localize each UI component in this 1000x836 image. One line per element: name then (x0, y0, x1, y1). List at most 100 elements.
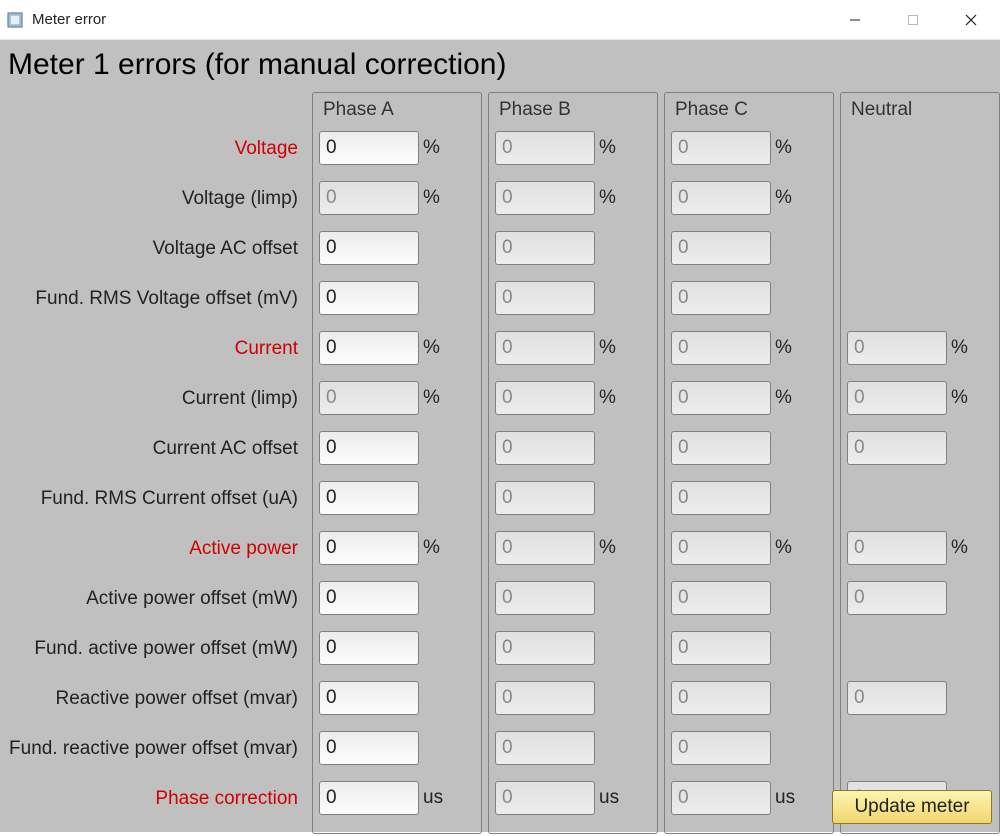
cell-row: % (671, 173, 827, 223)
cell-row (847, 223, 993, 273)
cell-row (847, 723, 993, 773)
row-label-frp_offset: Fund. reactive power offset (mvar) (16, 724, 304, 774)
cell-row: % (319, 473, 475, 523)
input-phaseC-voltage_limp (671, 181, 771, 215)
column-phaseC: Phase C%%%%%%%%%%%%%us (664, 92, 834, 834)
input-neutral-i_ac_offset (847, 431, 947, 465)
input-phaseA-frms_v_offset[interactable] (319, 281, 419, 315)
unit-label: % (949, 537, 977, 559)
window-minimize-button[interactable] (826, 0, 884, 39)
input-phaseB-active_power (495, 531, 595, 565)
cell-row: % (319, 273, 475, 323)
input-phaseC-frms_i_offset (671, 481, 771, 515)
input-phaseA-active_power[interactable] (319, 531, 419, 565)
unit-label: % (421, 187, 449, 209)
column-header: Neutral (847, 97, 993, 123)
cell-row: % (847, 523, 993, 573)
column-header: Phase C (671, 97, 827, 123)
cell-row: % (495, 273, 651, 323)
row-label-text: Reactive power offset (mvar) (55, 688, 298, 710)
update-meter-button[interactable]: Update meter (832, 790, 992, 824)
unit-label: % (949, 387, 977, 409)
unit-label: % (421, 537, 449, 559)
input-phaseA-v_ac_offset[interactable] (319, 231, 419, 265)
input-phaseA-fap_offset[interactable] (319, 631, 419, 665)
input-phaseA-phase_corr[interactable] (319, 781, 419, 815)
cell-row: us (319, 773, 475, 823)
cell-row: % (847, 373, 993, 423)
cell-row: % (847, 573, 993, 623)
page-title: Meter 1 errors (for manual correction) (6, 44, 994, 92)
input-phaseC-current_limp (671, 381, 771, 415)
client-area: Meter 1 errors (for manual correction) V… (0, 40, 1000, 832)
row-label-text: Active power offset (mW) (86, 588, 298, 610)
row-label-frms_i_offset: Fund. RMS Current offset (uA) (16, 474, 304, 524)
unit-label: % (773, 137, 801, 159)
input-neutral-ap_offset (847, 581, 947, 615)
unit-label: us (421, 787, 449, 809)
input-phaseA-voltage[interactable] (319, 131, 419, 165)
cell-row: % (319, 223, 475, 273)
unit-label: % (421, 137, 449, 159)
cell-row: % (671, 423, 827, 473)
cell-row: % (495, 423, 651, 473)
unit-label: % (773, 187, 801, 209)
row-label-v_ac_offset: Voltage AC offset (16, 224, 304, 274)
input-phaseA-frms_i_offset[interactable] (319, 481, 419, 515)
unit-label: % (421, 387, 449, 409)
input-phaseC-v_ac_offset (671, 231, 771, 265)
input-phaseA-current[interactable] (319, 331, 419, 365)
cell-row: % (319, 173, 475, 223)
row-label-text: Active power (189, 538, 298, 560)
cell-row (847, 623, 993, 673)
input-phaseA-ap_offset[interactable] (319, 581, 419, 615)
unit-label: % (773, 387, 801, 409)
column-header: Phase B (495, 97, 651, 123)
cell-row: us (495, 773, 651, 823)
titlebar: Meter error (0, 0, 1000, 40)
input-phaseB-current (495, 331, 595, 365)
cell-row: % (495, 173, 651, 223)
cell-row: % (319, 573, 475, 623)
input-phaseB-frms_v_offset (495, 281, 595, 315)
cell-row (847, 123, 993, 173)
input-phaseA-i_ac_offset[interactable] (319, 431, 419, 465)
row-label-voltage: Voltage (16, 124, 304, 174)
cell-row: % (495, 573, 651, 623)
cell-row: % (671, 523, 827, 573)
cell-row: % (671, 473, 827, 523)
input-phaseC-frp_offset (671, 731, 771, 765)
window-title: Meter error (32, 11, 106, 28)
row-label-i_ac_offset: Current AC offset (16, 424, 304, 474)
unit-label: % (949, 337, 977, 359)
unit-label: us (597, 787, 625, 809)
row-label-text: Fund. reactive power offset (mvar) (9, 738, 298, 760)
window-close-button[interactable] (942, 0, 1000, 39)
cell-row: % (847, 673, 993, 723)
column-phaseA: Phase A%%%%%%%%%%%%%us (312, 92, 482, 834)
cell-row: % (847, 323, 993, 373)
input-neutral-active_power (847, 531, 947, 565)
cell-row: % (319, 423, 475, 473)
input-phaseA-frp_offset[interactable] (319, 731, 419, 765)
cell-row: % (495, 723, 651, 773)
unit-label: % (597, 537, 625, 559)
cell-row: % (671, 223, 827, 273)
cell-row (847, 173, 993, 223)
input-phaseC-active_power (671, 531, 771, 565)
cell-row: % (319, 723, 475, 773)
window-controls (826, 0, 1000, 39)
cell-row: % (671, 123, 827, 173)
unit-label: % (597, 387, 625, 409)
row-label-frms_v_offset: Fund. RMS Voltage offset (mV) (16, 274, 304, 324)
input-phaseB-ap_offset (495, 581, 595, 615)
input-phaseA-rp_offset[interactable] (319, 681, 419, 715)
row-label-text: Phase correction (155, 788, 298, 810)
cell-row: % (495, 523, 651, 573)
cell-row: % (671, 273, 827, 323)
unit-label: % (597, 187, 625, 209)
unit-label: % (773, 337, 801, 359)
cell-row: % (495, 223, 651, 273)
row-label-phase_corr: Phase correction (16, 774, 304, 824)
input-phaseC-i_ac_offset (671, 431, 771, 465)
